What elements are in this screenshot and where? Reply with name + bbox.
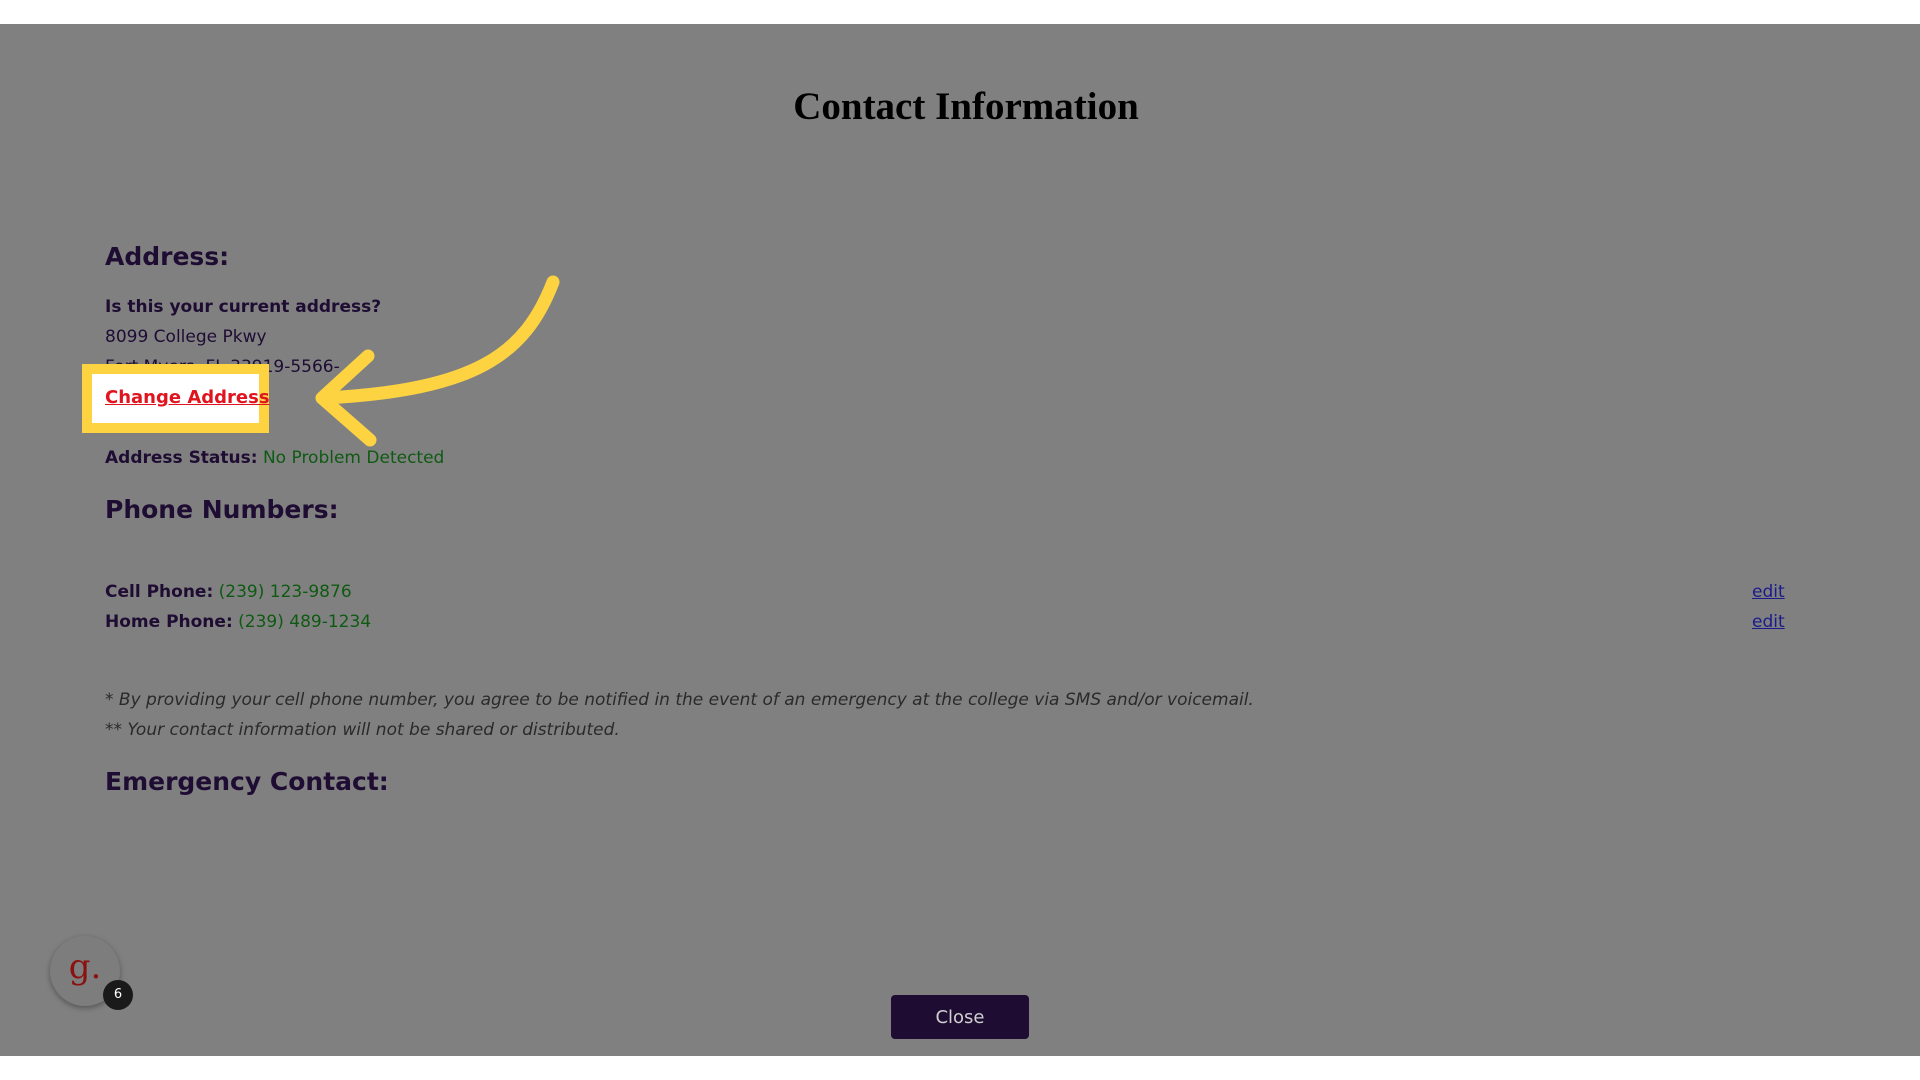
cell-phone-row: Cell Phone: (239) 123-9876: [105, 582, 352, 602]
emergency-contact-heading: Emergency Contact:: [105, 767, 389, 796]
phone-numbers-heading: Phone Numbers:: [105, 495, 339, 524]
home-phone-label: Home Phone: [105, 612, 226, 632]
address-status-label: Address Status:: [105, 448, 258, 468]
curved-arrow-icon: [315, 275, 560, 447]
edit-cell-phone-link[interactable]: edit: [1752, 582, 1785, 602]
page-title: Contact Information: [793, 85, 1139, 128]
close-button[interactable]: Close: [891, 995, 1029, 1039]
modal-overlay: [0, 24, 1920, 1056]
home-phone-row: Home Phone: (239) 489-1234: [105, 612, 372, 632]
edit-home-phone-link[interactable]: edit: [1752, 612, 1785, 632]
address-status: Address Status: No Problem Detected: [105, 448, 444, 468]
notification-badge: 6: [103, 980, 133, 1010]
cell-phone-value: (239) 123-9876: [218, 582, 352, 602]
sms-consent-note: * By providing your cell phone number, y…: [105, 690, 1254, 710]
address-status-value: No Problem Detected: [262, 448, 445, 468]
privacy-note: ** Your contact information will not be …: [105, 720, 620, 740]
address-line-1: 8099 College Pkwy: [105, 327, 267, 347]
cell-phone-label: Cell Phone: [105, 582, 207, 602]
change-address-link[interactable]: Change Address: [105, 387, 270, 408]
home-phone-value: (239) 489-1234: [238, 612, 372, 632]
address-heading: Address:: [105, 242, 230, 271]
